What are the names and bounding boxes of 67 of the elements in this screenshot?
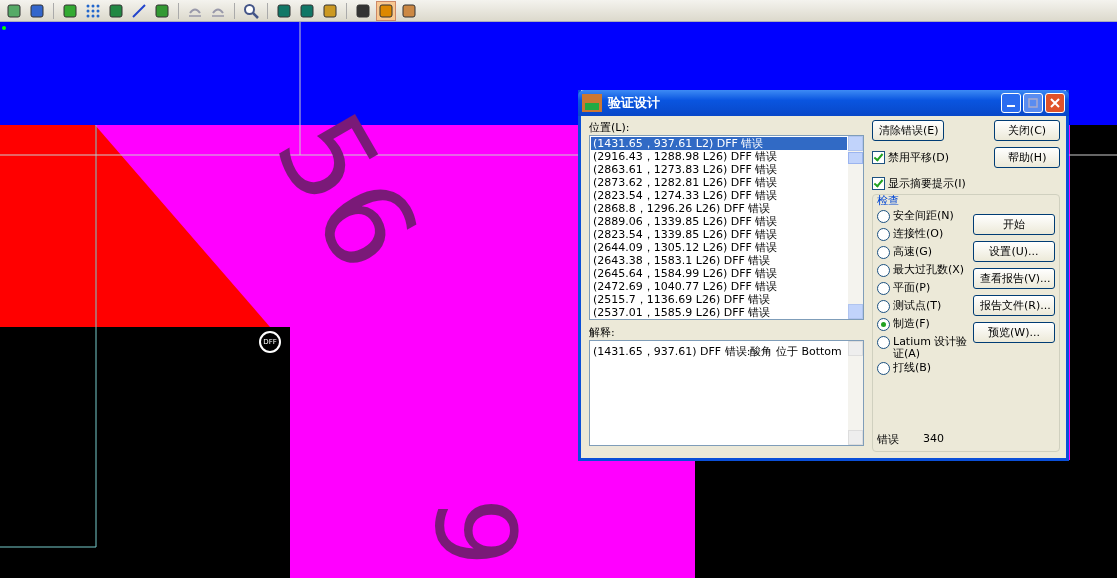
group-title: 检查 xyxy=(877,193,900,208)
explanation-label: 解释: xyxy=(589,325,616,340)
action-button[interactable]: 报告文件(R)... xyxy=(973,295,1055,316)
clear-errors-button[interactable]: 清除错误(E) xyxy=(872,120,944,141)
tool-icon xyxy=(355,2,371,19)
check-radio[interactable]: 安全间距(N) xyxy=(877,208,973,226)
tool-icon xyxy=(243,2,259,19)
location-item[interactable]: (2868.8，1296.26 L26) DFF 错误 xyxy=(591,202,847,215)
check-radio[interactable]: 测试点(T) xyxy=(877,298,973,316)
maximize-icon xyxy=(1028,98,1038,108)
minimize-icon xyxy=(1007,105,1015,107)
action-button[interactable]: 开始 xyxy=(973,214,1055,235)
close-dialog-button[interactable]: 关闭(C) xyxy=(994,120,1060,141)
tool-icon xyxy=(154,2,170,19)
check-radio[interactable]: 连接性(O) xyxy=(877,226,973,244)
origin-marker xyxy=(2,26,6,30)
location-label: 位置(L): xyxy=(589,120,631,135)
action-button[interactable]: 查看报告(V)... xyxy=(973,268,1055,289)
board-label: 56 xyxy=(256,95,437,289)
error-label: 错误 xyxy=(877,432,899,447)
location-item[interactable]: (2643.38，1583.1 L26) DFF 错误 xyxy=(591,254,847,267)
location-item[interactable]: (1431.65，937.61 L2) DFF 错误 xyxy=(591,137,847,150)
check-radio[interactable]: 最大过孔数(X) xyxy=(877,262,973,280)
tool-icon xyxy=(299,2,315,19)
tool-icon xyxy=(6,2,22,19)
minimize-button[interactable] xyxy=(1001,93,1021,113)
maximize-button[interactable] xyxy=(1023,93,1043,113)
close-button[interactable] xyxy=(1045,93,1065,113)
error-count: 340 xyxy=(923,432,944,447)
explanation-text: (1431.65，937.61) DFF 错误:酸角 位于 Bottom xyxy=(592,344,843,360)
check-radio[interactable]: 平面(P) xyxy=(877,280,973,298)
location-item[interactable]: (2889.06，1339.85 L26) DFF 错误 xyxy=(591,215,847,228)
tool-icon xyxy=(322,2,338,19)
location-item[interactable]: (2515.7，1136.69 L26) DFF 错误 xyxy=(591,293,847,306)
tool-icon xyxy=(378,2,394,19)
option-checkbox[interactable]: 显示摘要提示(I) xyxy=(872,174,966,192)
toolbar-button[interactable] xyxy=(376,0,396,21)
tool-icon xyxy=(108,2,124,19)
action-button[interactable]: 预览(W)... xyxy=(973,322,1055,343)
option-checkbox[interactable]: 禁用平移(D) xyxy=(872,148,950,167)
scrollbar[interactable] xyxy=(848,136,863,319)
check-radio[interactable]: 高速(G) xyxy=(877,244,973,262)
location-item[interactable]: (2537.01，1585.9 L26) DFF 错误 xyxy=(591,306,847,319)
location-item[interactable]: (2873.62，1282.81 L26) DFF 错误 xyxy=(591,176,847,189)
tool-icon xyxy=(62,2,78,19)
tool-icon xyxy=(276,2,292,19)
check-radio[interactable]: 打线(B) xyxy=(877,360,973,378)
tool-icon xyxy=(85,2,101,19)
location-item[interactable]: (2823.54，1339.85 L26) DFF 错误 xyxy=(591,228,847,241)
action-button[interactable]: 设置(U)... xyxy=(973,241,1055,262)
help-button[interactable]: 帮助(H) xyxy=(994,147,1060,168)
location-item[interactable]: (2472.69，1040.77 L26) DFF 错误 xyxy=(591,280,847,293)
location-item[interactable]: (2644.09，1305.12 L26) DFF 错误 xyxy=(591,241,847,254)
location-item[interactable]: (2645.64，1584.99 L26) DFF 错误 xyxy=(591,267,847,280)
check-radio[interactable]: Latium 设计验证(A) xyxy=(877,334,973,360)
location-item[interactable]: (2916.43，1288.98 L26) DFF 错误 xyxy=(591,150,847,163)
tool-icon xyxy=(131,2,147,19)
tool-icon xyxy=(29,2,45,19)
tool-icon xyxy=(401,2,417,19)
pcb-canvas[interactable] xyxy=(0,22,1117,578)
window-title: 验证设计 xyxy=(608,94,660,112)
close-icon xyxy=(1049,97,1061,109)
app-icon xyxy=(582,94,602,112)
location-item[interactable]: (2863.61，1273.83 L26) DFF 错误 xyxy=(591,163,847,176)
location-item[interactable]: (2823.54，1274.33 L26) DFF 错误 xyxy=(591,189,847,202)
board-label: 9 xyxy=(420,497,530,567)
check-radio[interactable]: 制造(F) xyxy=(877,316,973,334)
